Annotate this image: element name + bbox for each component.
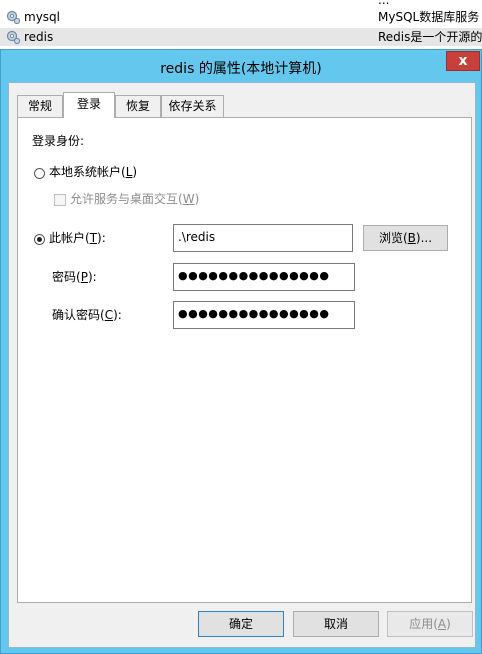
local-system-label[interactable]: 本地系统帐户(L) (49, 164, 137, 180)
tab-logon[interactable]: 登录 (63, 92, 115, 118)
allow-desktop-label: 允许服务与桌面交互(W) (70, 192, 200, 206)
close-button[interactable]: x (446, 51, 480, 71)
this-account-label[interactable]: 此帐户(T): (49, 230, 106, 246)
tab-dependencies[interactable]: 依存关系 (161, 95, 224, 117)
service-description: MySQL数据库服务 (378, 10, 480, 24)
service-description: ... (378, 0, 390, 7)
gear-icon (6, 30, 21, 45)
radio-selected-dot (37, 237, 42, 242)
gear-icon (6, 10, 21, 25)
browse-button[interactable]: 浏览(B)... (363, 225, 448, 251)
logon-tab-panel: 登录身份: 本地系统帐户(L) 允许服务与桌面交互(W) 此帐户(T): .\r… (17, 117, 472, 603)
tab-label: 登录 (76, 97, 101, 111)
service-row-mysql[interactable]: mysql MySQL数据库服务 (0, 8, 482, 26)
password-label: 密码(P): (52, 270, 97, 284)
confirm-password-field[interactable]: ●●●●●●●●●●●●●●● (173, 301, 355, 329)
tab-general[interactable]: 常规 (17, 95, 63, 117)
allow-desktop-checkbox[interactable] (54, 194, 66, 206)
service-row-redis[interactable]: redis Redis是一个开源的 (0, 28, 482, 46)
cancel-button[interactable]: 取消 (293, 611, 379, 637)
password-field[interactable]: ●●●●●●●●●●●●●●● (173, 263, 355, 291)
service-name: redis (24, 30, 54, 44)
tab-label: 依存关系 (168, 99, 217, 113)
confirm-password-label: 确认密码(C): (52, 308, 122, 322)
dialog-client-area: 常规 登录 恢复 依存关系 登录身份: 本地系统帐户(L) 允许服务与桌面交互(… (8, 82, 476, 648)
tab-label: 恢复 (125, 99, 150, 113)
title-bar[interactable]: redis 的属性(本地计算机) x (1, 50, 481, 82)
tab-label: 常规 (27, 99, 52, 113)
apply-button[interactable]: 应用(A) (387, 611, 473, 637)
local-system-radio[interactable] (34, 168, 45, 179)
ok-button[interactable]: 确定 (198, 611, 284, 637)
dialog-title: redis 的属性(本地计算机) (160, 61, 322, 77)
close-icon: x (458, 53, 468, 69)
account-input[interactable]: .\redis (173, 224, 353, 252)
service-description: Redis是一个开源的 (378, 30, 482, 44)
logon-as-label: 登录身份: (32, 134, 85, 148)
service-name: mysql (24, 10, 60, 24)
tab-recovery[interactable]: 恢复 (115, 95, 161, 117)
services-list: ... mysql MySQL数据库服务 redis Redis是一个开源的 (0, 0, 482, 48)
properties-dialog: redis 的属性(本地计算机) x 常规 登录 恢复 依存关系 登录身份: 本… (0, 49, 482, 654)
this-account-radio[interactable] (34, 234, 45, 245)
